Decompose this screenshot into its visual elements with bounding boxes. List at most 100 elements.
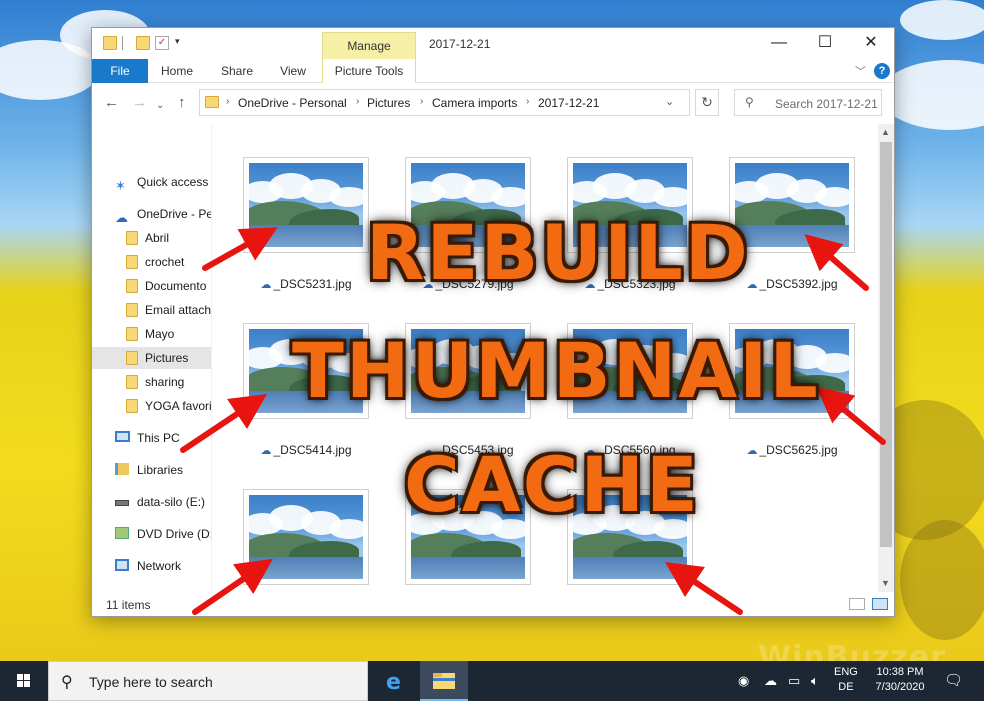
chrome-icon[interactable]: ◉ <box>738 673 749 689</box>
sidebar-item[interactable]: sharing <box>92 371 211 393</box>
search-box[interactable]: ⚲ Search 2017-12-21 <box>734 89 882 116</box>
file-name[interactable]: ☁ _DSC5625.jpg <box>717 443 867 457</box>
sidebar-item-label: Email attach <box>145 303 211 317</box>
close-button[interactable]: ✕ <box>848 32 894 54</box>
library-icon <box>115 463 131 477</box>
image-thumbnail-icon <box>411 329 525 413</box>
file-name[interactable]: ☁ _DSC5560.jpg <box>555 443 705 457</box>
file-thumbnail[interactable] <box>405 323 531 419</box>
file-name[interactable]: ☁ _DSC5453.jpg <box>393 443 543 457</box>
minimize-button[interactable]: — <box>756 32 802 54</box>
dvd-icon <box>115 527 131 541</box>
file-thumbnail[interactable] <box>243 323 369 419</box>
tab-home[interactable]: Home <box>152 59 202 83</box>
clock[interactable]: 10:38 PM 7/30/2020 <box>872 665 928 695</box>
item-count: 11 items <box>106 598 151 612</box>
taskbar-search[interactable]: ⚲ Type here to search <box>48 661 368 701</box>
file-name[interactable]: ☁ _DSC5279.jpg <box>393 277 543 291</box>
breadcrumb-pictures[interactable]: Pictures <box>367 96 410 110</box>
sidebar-item[interactable]: Libraries <box>92 459 211 481</box>
breadcrumb-camera-imports[interactable]: Camera imports <box>432 96 517 110</box>
sidebar-item-label: OneDrive - Pe <box>137 207 211 221</box>
refresh-button[interactable]: ↻ <box>695 89 719 116</box>
help-icon[interactable]: ? <box>874 63 890 79</box>
input-language[interactable]: ENG DE <box>834 665 858 695</box>
expand-ribbon-icon[interactable]: ﹀ <box>855 63 866 79</box>
file-thumbnail[interactable] <box>405 489 531 585</box>
tab-picture-tools[interactable]: Picture Tools <box>322 59 416 83</box>
cloud-status-icon: ☁ <box>746 279 758 291</box>
edge-app[interactable]: e <box>372 661 420 701</box>
file-name[interactable]: ☁ _DSC5323.jpg <box>555 277 705 291</box>
forward-arrow-icon[interactable]: → <box>132 94 147 112</box>
cloud-icon: ☁ <box>115 210 128 225</box>
network-tray-icon[interactable]: ▭ <box>788 673 800 689</box>
new-folder-icon[interactable] <box>136 36 150 50</box>
tab-share[interactable]: Share <box>212 59 262 83</box>
large-icons-view-icon[interactable] <box>872 598 888 610</box>
start-button[interactable] <box>0 661 48 701</box>
onedrive-tray-icon[interactable]: ☁ <box>764 673 777 689</box>
address-dropdown-icon[interactable]: ⌄ <box>665 95 674 108</box>
file-thumbnail[interactable] <box>567 323 693 419</box>
sidebar-item[interactable]: crochet <box>92 251 211 273</box>
file-explorer-window: ✓ ▾ Manage 2017-12-21 — ☐ ✕ File Home Sh… <box>91 27 895 617</box>
file-thumbnail[interactable] <box>243 157 369 253</box>
properties-icon[interactable]: ✓ <box>155 36 169 50</box>
sidebar-item[interactable]: Pictures <box>92 347 211 369</box>
breadcrumb-current[interactable]: 2017-12-21 <box>538 96 599 110</box>
file-thumbnail[interactable] <box>729 157 855 253</box>
volume-icon[interactable]: 🔈︎ <box>811 673 819 689</box>
sidebar-item-label: Libraries <box>137 463 184 477</box>
tab-file[interactable]: File <box>92 59 148 83</box>
breadcrumb-onedrive[interactable]: OneDrive - Personal <box>238 96 347 110</box>
vertical-scrollbar[interactable]: ▲ ▼ <box>878 124 894 592</box>
scrollbar-thumb[interactable] <box>880 142 892 547</box>
back-arrow-icon[interactable]: ← <box>104 94 119 112</box>
sidebar-item[interactable]: YOGA favori <box>92 395 211 417</box>
file-thumbnail[interactable] <box>243 489 369 585</box>
file-thumbnail[interactable] <box>567 489 693 585</box>
address-bar[interactable]: › OneDrive - Personal › Pictures › Camer… <box>199 89 690 116</box>
status-bar: 11 items <box>92 592 894 616</box>
sidebar-item[interactable]: Email attach <box>92 299 211 321</box>
file-name-text: _DSC5560.jpg <box>597 443 676 457</box>
search-icon: ⚲ <box>61 674 73 691</box>
tab-manage[interactable]: Manage <box>322 32 416 59</box>
sidebar-item[interactable]: Abril <box>92 227 211 249</box>
file-name-text: _DSC5231.jpg <box>273 277 352 291</box>
cloud-status-icon: ☁ <box>260 445 272 457</box>
customize-chevron-icon[interactable]: ▾ <box>175 36 189 50</box>
scroll-down-icon[interactable]: ▼ <box>881 578 890 588</box>
notifications-icon[interactable]: 🗨︎ <box>944 671 963 689</box>
scroll-up-icon[interactable]: ▲ <box>881 127 890 137</box>
sidebar-item[interactable]: ✶ Quick access <box>92 171 211 193</box>
file-grid: ☁ _DSC5231.jpg ☁ _DSC5279.jpg ☁ _DSC5323.jpg ☁… <box>212 124 878 592</box>
image-thumbnail-icon <box>573 329 687 413</box>
image-thumbnail-icon <box>411 163 525 247</box>
up-arrow-icon[interactable]: ↑ <box>178 94 186 112</box>
file-thumbnail[interactable] <box>405 157 531 253</box>
sidebar-item-label: sharing <box>145 375 185 389</box>
sidebar-item[interactable]: Network <box>92 555 211 577</box>
file-thumbnail[interactable] <box>567 157 693 253</box>
maximize-button[interactable]: ☐ <box>802 32 848 54</box>
sidebar-item[interactable]: Mayo <box>92 323 211 345</box>
file-thumbnail[interactable] <box>729 323 855 419</box>
file-name[interactable]: ☁ _DSC5414.jpg <box>231 443 381 457</box>
sidebar-item[interactable]: data-silo (E:) <box>92 491 211 513</box>
file-name[interactable]: ☁ _DSC5392.jpg <box>717 277 867 291</box>
details-view-icon[interactable] <box>849 598 865 610</box>
sidebar-item[interactable]: This PC <box>92 427 211 449</box>
folder-icon <box>124 351 140 365</box>
file-explorer-app[interactable] <box>420 661 468 701</box>
sidebar-item[interactable]: Documento <box>92 275 211 297</box>
tab-view[interactable]: View <box>268 59 318 83</box>
cloud-status-icon: ☁ <box>584 445 596 457</box>
sidebar-item-label: Abril <box>145 231 170 245</box>
sidebar-item[interactable]: ☁ OneDrive - Pe <box>92 203 211 225</box>
file-name[interactable]: ☁ _DSC5231.jpg <box>231 277 381 291</box>
sidebar-item[interactable]: DVD Drive (D: <box>92 523 211 545</box>
recent-chevron-icon[interactable]: ⌄ <box>156 97 164 115</box>
folder-icon <box>124 375 140 389</box>
